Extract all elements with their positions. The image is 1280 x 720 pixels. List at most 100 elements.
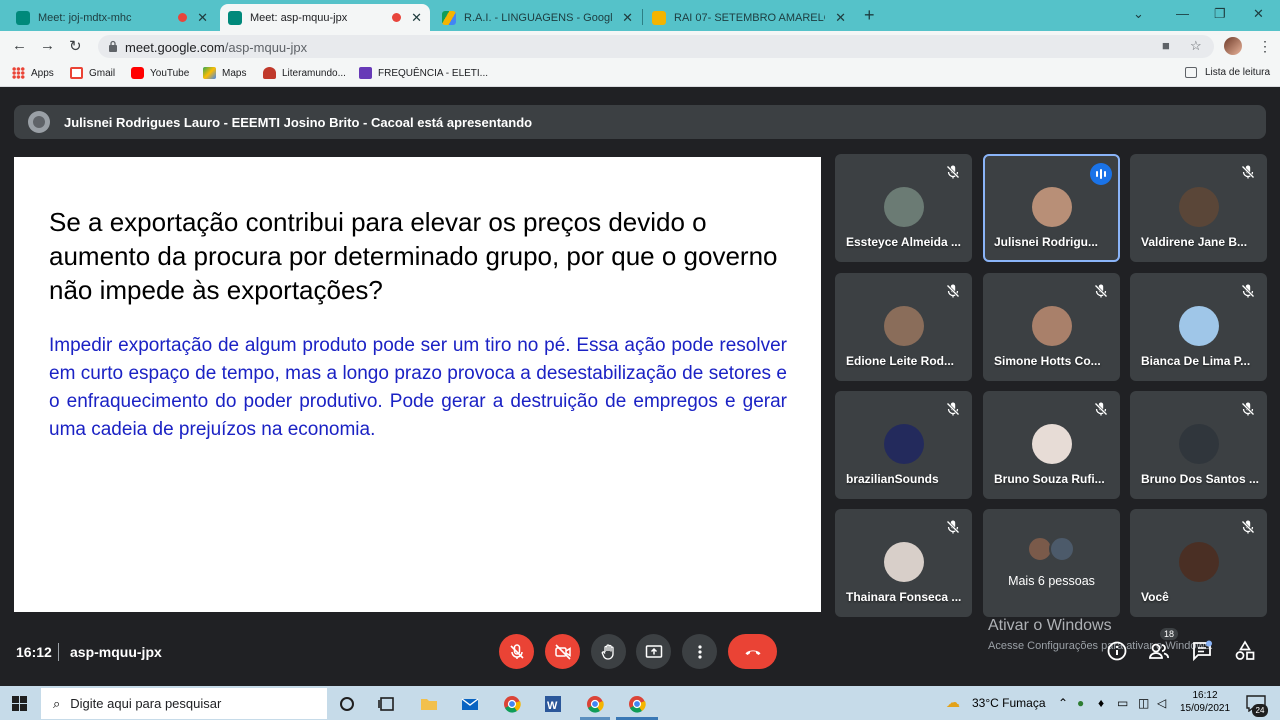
tab-meet-joj[interactable]: Meet: joj-mdtx-mhc ✕ xyxy=(8,4,216,31)
participant-name: Bruno Souza Rufi... xyxy=(994,472,1105,486)
chrome-profile-1-icon[interactable] xyxy=(585,694,605,714)
task-view-icon[interactable] xyxy=(377,694,397,714)
mic-off-icon xyxy=(1241,165,1255,179)
taskbar-search-placeholder: Digite aqui para pesquisar xyxy=(70,696,222,711)
participant-tile[interactable]: Bianca De Lima P... xyxy=(1130,273,1267,381)
youtube-icon xyxy=(131,67,144,79)
windows-start-icon[interactable] xyxy=(12,696,27,711)
participant-tile[interactable]: brazilianSounds xyxy=(835,391,972,499)
hang-up-icon xyxy=(745,650,760,655)
participant-name: Você xyxy=(1141,590,1169,604)
battery-icon[interactable]: ▭ xyxy=(1117,696,1128,710)
presenter-banner: Julisnei Rodrigues Lauro - EEEMTI Josino… xyxy=(14,105,1266,139)
participant-avatar xyxy=(1178,542,1219,582)
participant-tile[interactable]: Julisnei Rodrigu... xyxy=(983,154,1120,262)
lock-icon xyxy=(109,40,117,52)
tab-search-icon[interactable]: ⌄ xyxy=(1133,6,1144,22)
avatar xyxy=(1049,536,1075,562)
bookmark-maps[interactable]: Maps xyxy=(203,67,246,79)
bookmark-label: Literamundo... xyxy=(282,67,346,79)
bookmark-youtube[interactable]: YouTube xyxy=(131,67,189,79)
present-screen-button[interactable] xyxy=(636,634,671,669)
reading-list-icon xyxy=(1185,67,1197,78)
microphone-tray-icon[interactable]: ♦ xyxy=(1098,696,1104,710)
weather-text[interactable]: 33°C Fumaça xyxy=(972,696,1046,710)
participant-name: Valdirene Jane B... xyxy=(1141,235,1248,249)
speaking-bar xyxy=(1104,171,1106,177)
tab-meet-asp[interactable]: Meet: asp-mquu-jpx ✕ xyxy=(220,4,430,31)
maximize-icon[interactable]: ❐ xyxy=(1214,6,1226,22)
participant-name: Edione Leite Rod... xyxy=(846,354,955,368)
close-tab-icon[interactable]: ✕ xyxy=(411,10,422,26)
windows-activation-subtitle: Acesse Configurações para ativar o Windo… xyxy=(988,640,1213,652)
microphone-toggle-button[interactable] xyxy=(499,634,534,669)
participant-tile[interactable]: Mais 6 pessoas xyxy=(983,509,1120,617)
raise-hand-button[interactable] xyxy=(591,634,626,669)
cortana-icon[interactable] xyxy=(337,694,357,714)
word-icon[interactable]: W xyxy=(543,694,563,714)
meet-favicon-icon xyxy=(228,10,242,25)
activities-icon[interactable] xyxy=(1234,640,1256,662)
tray-chevron-icon[interactable]: ⌃ xyxy=(1058,696,1068,710)
volume-icon[interactable]: ◁ xyxy=(1157,696,1166,710)
participant-tile[interactable]: Valdirene Jane B... xyxy=(1130,154,1267,262)
meet-favicon-icon xyxy=(16,10,30,25)
participant-tile[interactable]: Bruno Dos Santos ... xyxy=(1130,391,1267,499)
back-arrow-icon[interactable]: ← xyxy=(12,37,27,54)
close-tab-icon[interactable]: ✕ xyxy=(197,10,208,26)
bookmark-frequencia[interactable]: FREQUÊNCIA - ELETI... xyxy=(359,67,488,79)
chrome-icon[interactable] xyxy=(502,694,522,714)
presenter-avatar xyxy=(28,111,50,133)
camera-permission-icon[interactable]: ■ xyxy=(1162,38,1170,53)
participant-tile[interactable]: Simone Hotts Co... xyxy=(983,273,1120,381)
taskbar-search-box[interactable]: ⌕ Digite aqui para pesquisar xyxy=(41,688,327,719)
more-options-button[interactable] xyxy=(682,634,717,669)
new-tab-icon[interactable]: + xyxy=(864,5,875,26)
reading-list-button[interactable]: Lista de leitura xyxy=(1185,67,1270,78)
bookmark-gmail[interactable]: Gmail xyxy=(70,67,115,79)
browser-menu-icon[interactable]: ⋮ xyxy=(1258,38,1272,55)
mail-icon[interactable] xyxy=(460,694,480,714)
more-vert-icon xyxy=(697,644,702,659)
mic-off-icon xyxy=(946,165,960,179)
participant-tile[interactable]: Thainara Fonseca ... xyxy=(835,509,972,617)
meeting-code[interactable]: asp-mquu-jpx xyxy=(70,644,162,660)
forward-arrow-icon[interactable]: → xyxy=(40,37,55,54)
mic-off-icon xyxy=(1241,520,1255,534)
file-explorer-icon[interactable] xyxy=(419,694,439,714)
tray-app-icon[interactable]: ● xyxy=(1077,696,1084,710)
people-icon[interactable] xyxy=(1148,640,1170,662)
participant-tile[interactable]: Edione Leite Rod... xyxy=(835,273,972,381)
reload-icon[interactable]: ↻ xyxy=(69,37,82,55)
tab-title: Meet: asp-mquu-jpx xyxy=(250,11,348,24)
taskbar-clock[interactable]: 16:12 15/09/2021 xyxy=(1175,689,1235,715)
network-icon[interactable]: ◫ xyxy=(1138,696,1149,710)
weather-icon[interactable]: ☁ xyxy=(946,694,960,711)
meeting-details-icon[interactable] xyxy=(1106,640,1128,662)
meeting-clock: 16:12 xyxy=(16,644,52,660)
close-tab-icon[interactable]: ✕ xyxy=(835,10,846,26)
minimize-icon[interactable]: — xyxy=(1176,6,1189,21)
tab-rai-setembro[interactable]: RAI 07- SETEMBRO AMARELO -AÇÕ ✕ xyxy=(644,4,854,31)
leave-call-button[interactable] xyxy=(728,634,777,669)
camera-toggle-button[interactable] xyxy=(545,634,580,669)
chat-icon[interactable] xyxy=(1191,640,1213,662)
literamundo-icon xyxy=(263,67,276,79)
bookmark-apps[interactable]: Apps xyxy=(12,67,54,79)
bookmark-literamundo[interactable]: Literamundo... xyxy=(263,67,346,79)
close-window-icon[interactable]: ✕ xyxy=(1253,6,1264,22)
tab-google-drive[interactable]: R.A.I. - LINGUAGENS - Google Drive ✕ xyxy=(434,4,641,31)
participant-tile[interactable]: Bruno Souza Rufi... xyxy=(983,391,1120,499)
camera-off-icon xyxy=(554,643,571,660)
address-bar[interactable]: meet.google.com/asp-mquu-jpx ■ ☆ xyxy=(98,35,1214,58)
meeting-divider xyxy=(58,643,59,661)
participant-tile[interactable]: Você xyxy=(1130,509,1267,617)
bookmark-label: YouTube xyxy=(150,67,190,79)
profile-avatar[interactable] xyxy=(1224,37,1242,55)
gmail-icon xyxy=(70,67,83,79)
close-tab-icon[interactable]: ✕ xyxy=(622,10,633,26)
bookmark-star-icon[interactable]: ☆ xyxy=(1190,38,1202,54)
google-drive-icon xyxy=(442,10,456,25)
chrome-profile-2-icon[interactable] xyxy=(627,694,647,714)
participant-tile[interactable]: Essteyce Almeida ... xyxy=(835,154,972,262)
